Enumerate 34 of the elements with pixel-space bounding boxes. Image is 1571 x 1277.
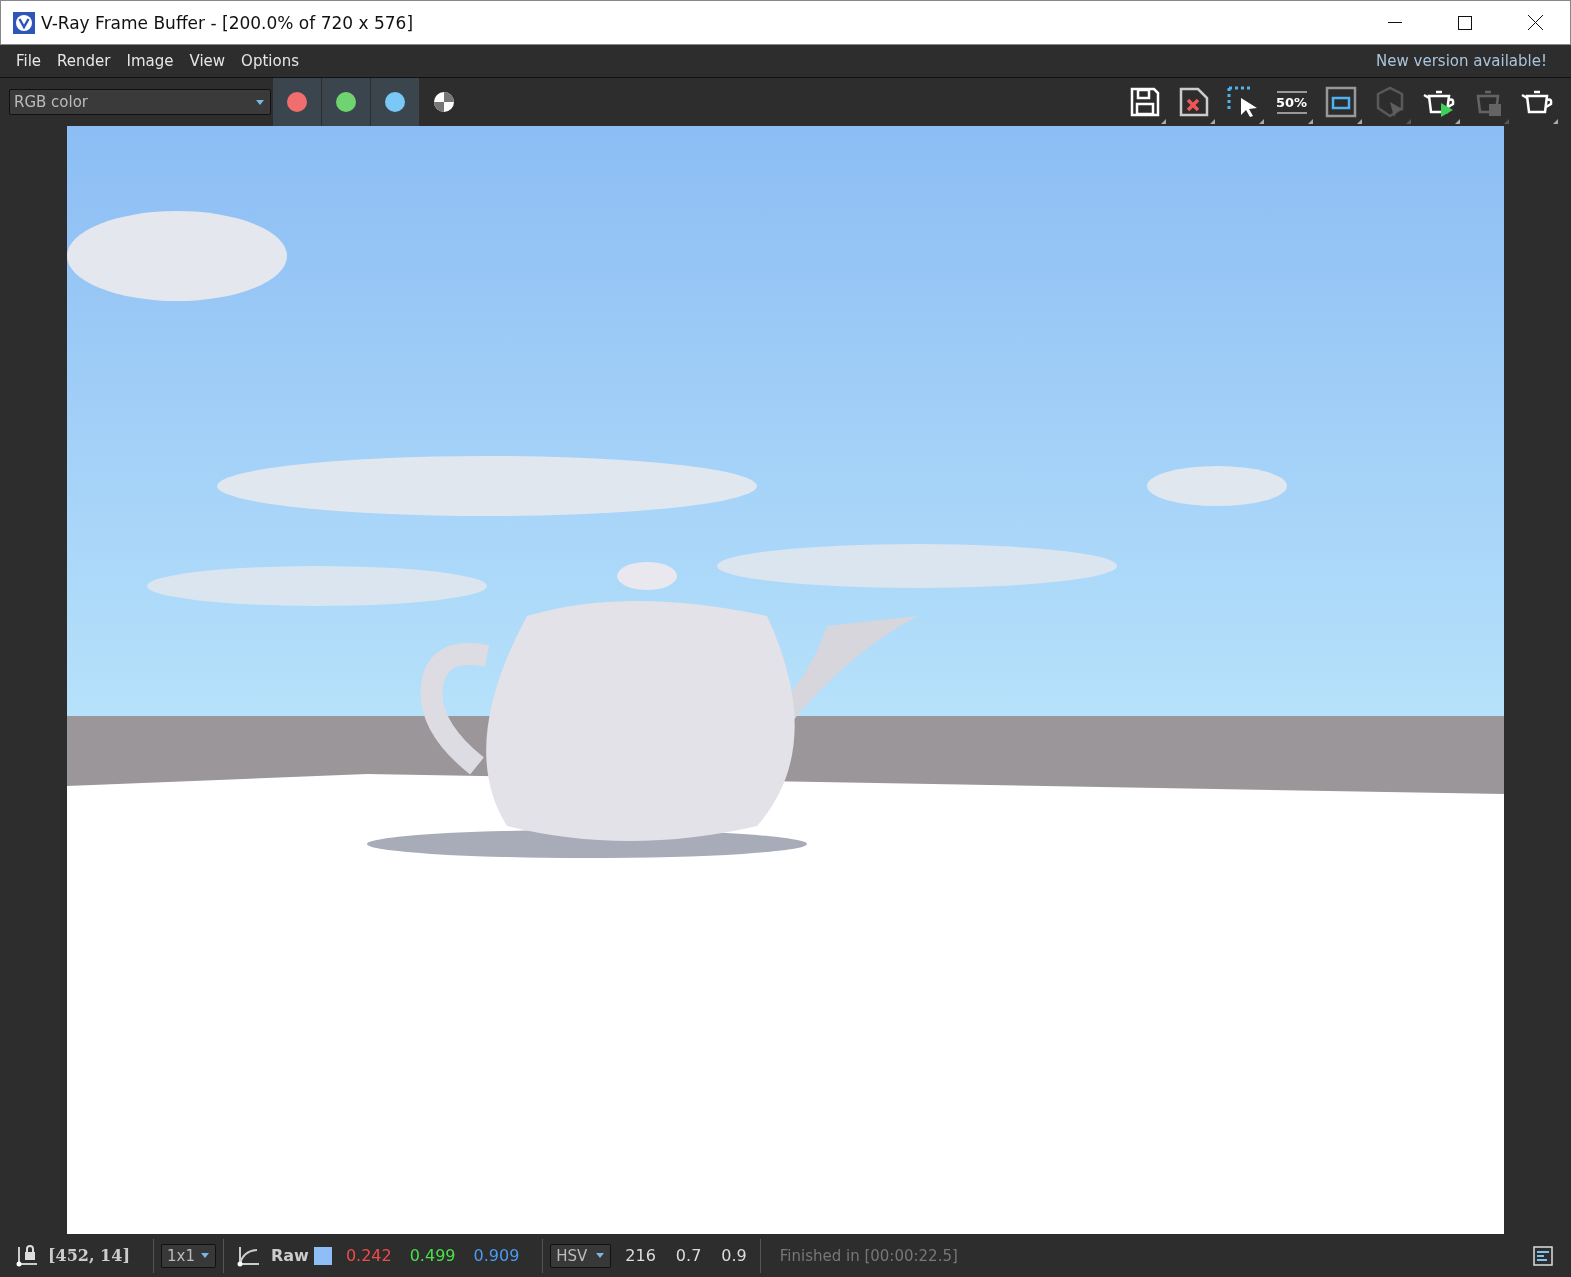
menu-item[interactable]: Options	[233, 52, 307, 70]
color-value: 0.499	[409, 1246, 456, 1265]
caret-icon	[200, 1253, 209, 1258]
region-select-icon	[1226, 86, 1259, 118]
menu-item[interactable]: Image	[118, 52, 182, 70]
color-mode-label: Raw	[270, 1246, 309, 1265]
color-value: 0.242	[345, 1246, 392, 1265]
channel-dropdown[interactable]: RGB color	[9, 89, 271, 115]
pixel-lock-icon	[16, 1244, 38, 1267]
color-value: 0.9	[721, 1246, 747, 1265]
menu-item[interactable]: View	[181, 52, 234, 70]
menu-item[interactable]: File	[8, 52, 50, 70]
color-value: 0.7	[675, 1246, 702, 1265]
window-title: V-Ray Frame Buffer - [200.0% of 720 x 576]	[41, 12, 415, 33]
sample-size-dropdown[interactable]: 1x1	[161, 1243, 216, 1268]
color-value: 0.909	[473, 1246, 520, 1265]
close-icon	[1527, 15, 1543, 30]
menu-item[interactable]: Render	[49, 52, 119, 70]
color-value: 216	[625, 1246, 656, 1265]
save-icon	[1128, 86, 1161, 118]
minimize-icon	[1388, 22, 1402, 23]
app-logo-icon	[13, 11, 35, 34]
alpha-channel-icon	[433, 91, 455, 113]
log-icon	[1533, 1245, 1553, 1266]
caret-icon	[596, 1253, 605, 1258]
caret-icon	[256, 99, 264, 105]
render-status: Finished in [00:00:22.5]	[779, 1246, 958, 1265]
frame-icon	[1324, 86, 1357, 118]
update-notice[interactable]: New version available!	[1376, 52, 1563, 70]
pixel-coordinates: [452, 14]	[48, 1246, 131, 1265]
clear-image-icon	[1177, 86, 1210, 118]
color-space-dropdown[interactable]: HSV	[550, 1243, 612, 1268]
maximize-icon	[1458, 15, 1472, 30]
color-curve-icon	[236, 1244, 261, 1267]
